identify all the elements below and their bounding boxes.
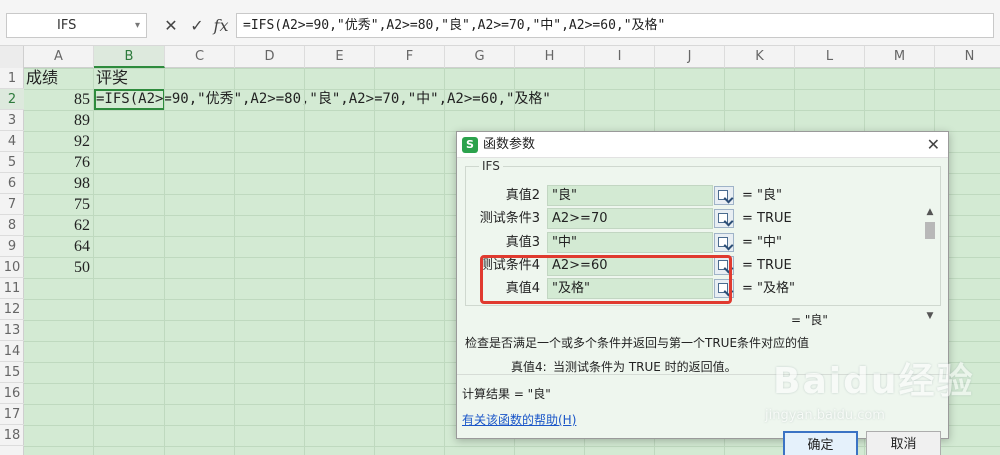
arg-help-label: 真值4: <box>511 360 547 374</box>
calc-result: 计算结果 = "良" <box>462 387 551 401</box>
cell-a7[interactable]: 75 <box>24 194 90 215</box>
column-header-b[interactable]: B <box>94 46 165 68</box>
row-header-8[interactable]: 8 <box>0 215 24 236</box>
row-header-7[interactable]: 7 <box>0 194 24 215</box>
formula-input[interactable]: =IFS(A2>=90,"优秀",A2>=80,"良",A2>=70,"中",A… <box>236 13 994 38</box>
column-header-l[interactable]: L <box>795 46 865 68</box>
row-header-18[interactable]: 18 <box>0 425 24 446</box>
cell-a3[interactable]: 89 <box>24 110 90 131</box>
collapse-dialog-icon[interactable] <box>714 186 734 205</box>
function-name: IFS <box>479 159 503 173</box>
column-header-d[interactable]: D <box>235 46 305 68</box>
row-header-16[interactable]: 16 <box>0 383 24 404</box>
row-header-15[interactable]: 15 <box>0 362 24 383</box>
help-link[interactable]: 有关该函数的帮助(H) <box>462 411 576 428</box>
column-header-a[interactable]: A <box>24 46 94 68</box>
collapse-dialog-icon[interactable] <box>714 209 734 228</box>
fx-icon[interactable]: fx <box>210 13 232 38</box>
name-box[interactable]: IFS ▾ <box>6 13 147 38</box>
scroll-up-icon[interactable]: ▲ <box>922 205 938 219</box>
gridline <box>304 68 305 455</box>
column-header-f[interactable]: F <box>375 46 445 68</box>
arg-help-text: 当测试条件为 TRUE 时的返回值。 <box>553 360 737 374</box>
cell-a8[interactable]: 62 <box>24 215 90 236</box>
gridline <box>93 68 94 455</box>
argument-input[interactable]: "良" <box>547 185 713 206</box>
row-header-10[interactable]: 10 <box>0 257 24 278</box>
cell-a2[interactable]: 85 <box>24 89 90 110</box>
column-header-j[interactable]: J <box>655 46 725 68</box>
gridline <box>234 68 235 455</box>
row-header-6[interactable]: 6 <box>0 173 24 194</box>
formula-bar: IFS ▾ ✕ ✓ fx =IFS(A2>=90,"优秀",A2>=80,"良"… <box>0 0 1000 46</box>
spreadsheet-app: IFS ▾ ✕ ✓ fx =IFS(A2>=90,"优秀",A2>=80,"良"… <box>0 0 1000 455</box>
red-highlight-box <box>480 255 732 304</box>
argument-result: = TRUE <box>742 258 792 273</box>
cell-a10[interactable]: 50 <box>24 257 90 278</box>
argument-result: = "良" <box>742 188 782 203</box>
scroll-down-icon[interactable]: ▼ <box>922 309 938 323</box>
close-icon[interactable]: ✕ <box>927 132 940 158</box>
argument-row: 测试条件3 A2>=70 = TRUE <box>466 208 926 230</box>
gridline <box>164 68 165 455</box>
row-header-12[interactable]: 12 <box>0 299 24 320</box>
column-header-k[interactable]: K <box>725 46 795 68</box>
watermark-url: jingyan.baidu.com <box>765 408 885 423</box>
gridline <box>444 68 445 455</box>
collapse-dialog-icon[interactable] <box>714 233 734 252</box>
column-header-i[interactable]: I <box>585 46 655 68</box>
argument-row: 真值2 "良" = "良" <box>466 185 926 207</box>
cell-a4[interactable]: 92 <box>24 131 90 152</box>
row-header-9[interactable]: 9 <box>0 236 24 257</box>
cell-a5[interactable]: 76 <box>24 152 90 173</box>
argument-row: 真值3 "中" = "中" <box>466 232 926 254</box>
column-header: ABCDEFGHIJKLMN <box>0 46 1000 68</box>
argument-result: = TRUE <box>742 211 792 226</box>
watermark-text: Baidu经验 <box>773 361 975 402</box>
confirm-icon[interactable]: ✓ <box>186 13 208 38</box>
row-header-3[interactable]: 3 <box>0 110 24 131</box>
cell-a1[interactable]: 成绩 <box>26 68 58 89</box>
baidu-watermark-logo: Baidu经验 jingyan.baidu.com <box>745 342 985 432</box>
row-header-13[interactable]: 13 <box>0 320 24 341</box>
name-box-value: IFS <box>57 18 77 33</box>
argument-label: 真值3 <box>505 235 540 250</box>
cell-a6[interactable]: 98 <box>24 173 90 194</box>
chevron-down-icon[interactable]: ▾ <box>135 14 140 37</box>
argument-input[interactable]: "中" <box>547 232 713 253</box>
dialog-title: 函数参数 <box>483 137 536 152</box>
cell-a9[interactable]: 64 <box>24 236 90 257</box>
select-all-corner[interactable] <box>0 46 24 68</box>
row-header-4[interactable]: 4 <box>0 131 24 152</box>
column-header-m[interactable]: M <box>865 46 935 68</box>
cancel-icon[interactable]: ✕ <box>160 13 182 38</box>
argument-result: = "及格" <box>742 281 795 296</box>
cell-b1[interactable]: 评奖 <box>96 68 128 89</box>
dialog-titlebar: S 函数参数 ✕ <box>457 132 948 158</box>
argument-input[interactable]: A2>=70 <box>547 208 713 229</box>
app-logo-icon: S <box>462 137 478 153</box>
row-header-2[interactable]: 2 <box>0 89 24 110</box>
argument-label: 测试条件3 <box>479 211 540 226</box>
column-header-c[interactable]: C <box>165 46 235 68</box>
column-header-g[interactable]: G <box>445 46 515 68</box>
row-header-1[interactable]: 1 <box>0 68 24 89</box>
column-header-n[interactable]: N <box>935 46 1000 68</box>
column-header-h[interactable]: H <box>515 46 585 68</box>
row-header-11[interactable]: 11 <box>0 278 24 299</box>
row-header-5[interactable]: 5 <box>0 152 24 173</box>
args-scrollbar[interactable]: ▲ ▼ <box>922 205 938 323</box>
overall-result: = "良" <box>791 313 828 327</box>
argument-label: 真值2 <box>505 188 540 203</box>
cancel-button[interactable]: 取消 <box>866 431 941 455</box>
scroll-thumb[interactable] <box>925 222 935 239</box>
row-header-14[interactable]: 14 <box>0 341 24 362</box>
gridline <box>374 68 375 455</box>
column-header-e[interactable]: E <box>305 46 375 68</box>
argument-result: = "中" <box>742 235 782 250</box>
ok-button[interactable]: 确定 <box>783 431 858 455</box>
row-header: 1 2 3 4 5 6 7 8 9 10 11 12 13 14 15 16 17 18 <box>0 68 24 455</box>
row-header-17[interactable]: 17 <box>0 404 24 425</box>
